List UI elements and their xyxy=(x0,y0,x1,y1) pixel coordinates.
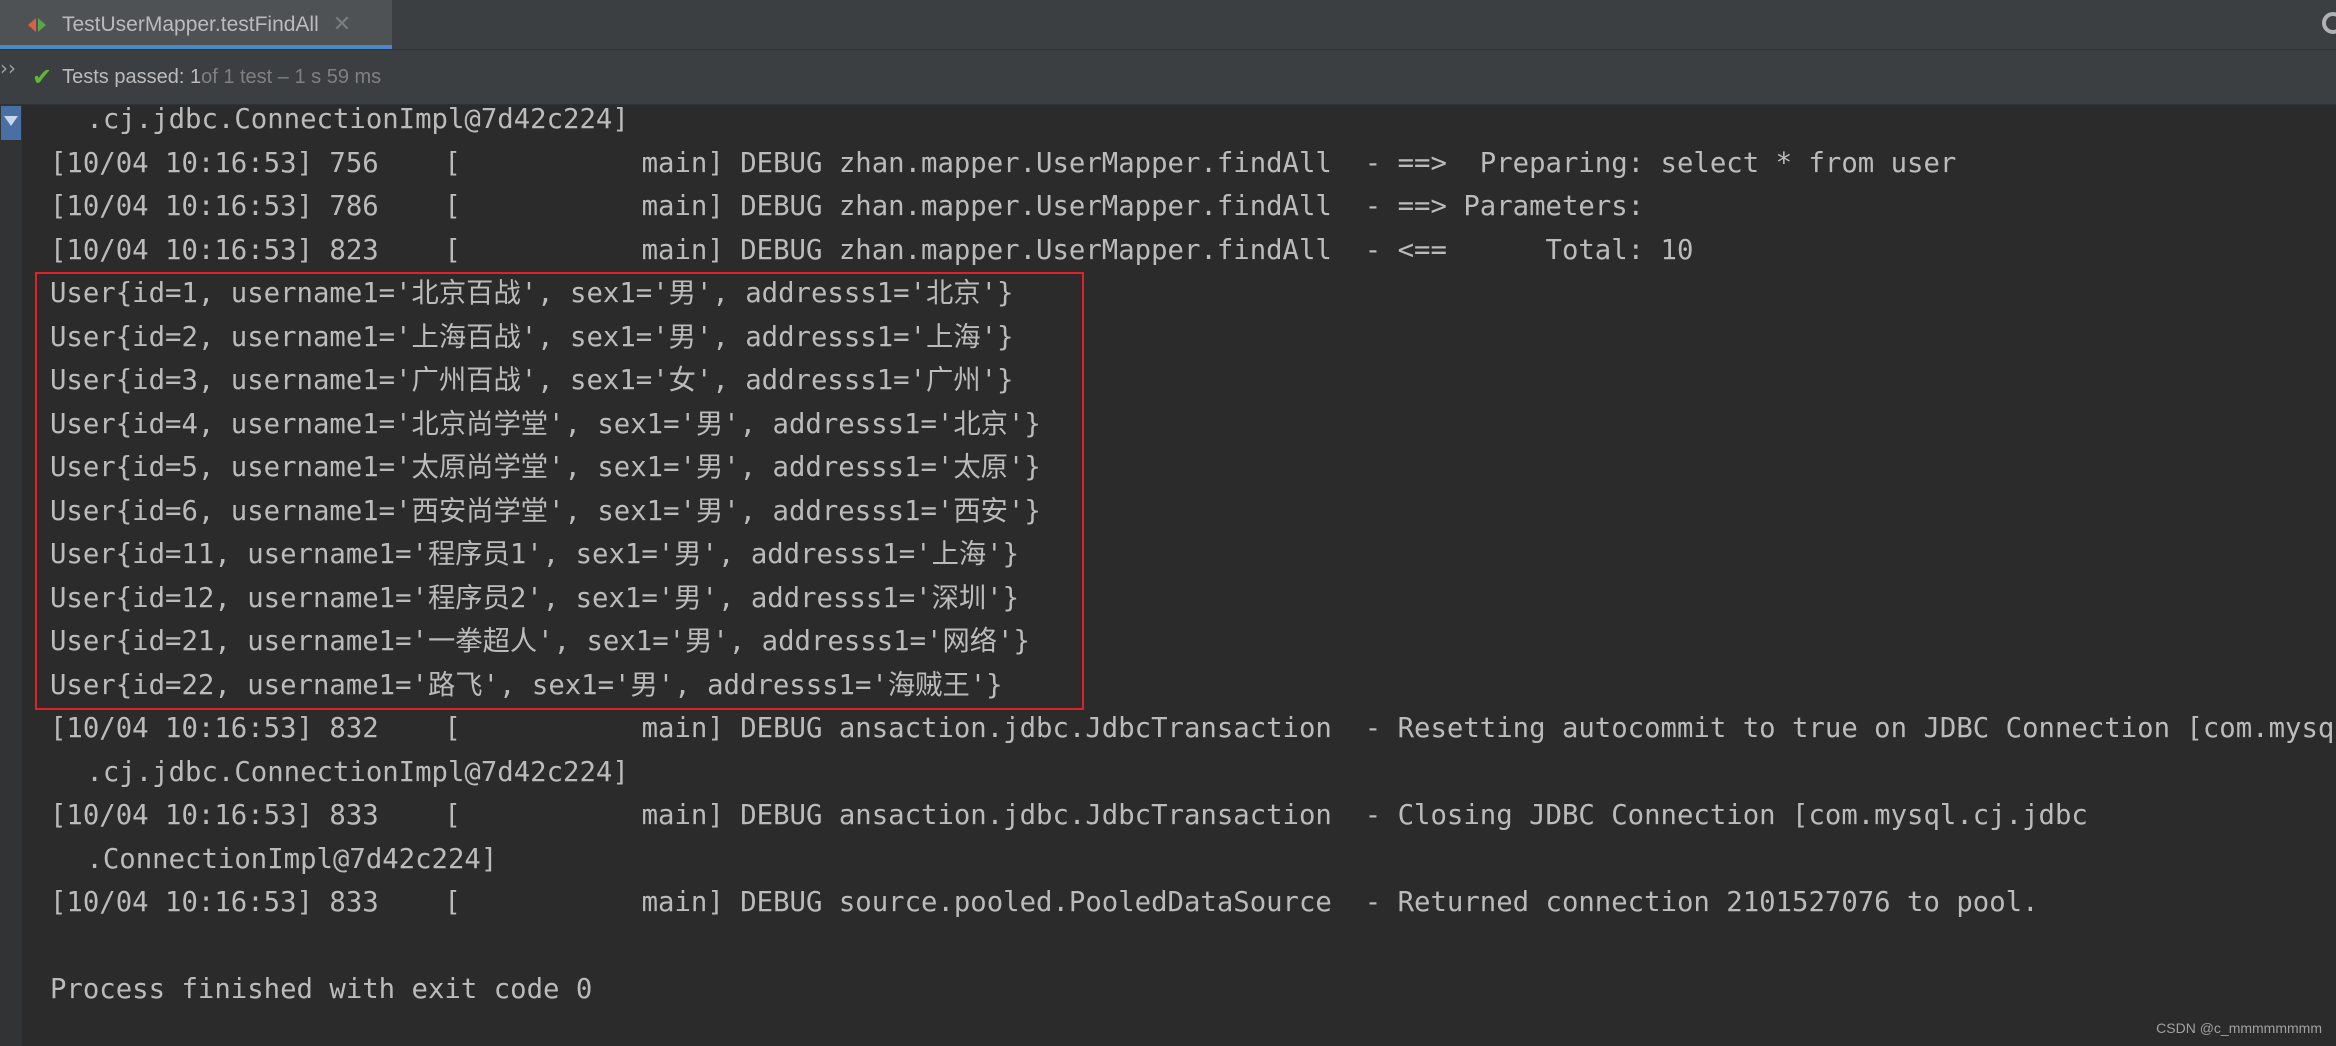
highlight-annotation-box xyxy=(35,272,1084,710)
console-line: .cj.jdbc.ConnectionImpl@7d42c224] xyxy=(70,104,629,135)
watermark: CSDN @c_mmmmmmmm xyxy=(2156,1020,2322,1036)
close-icon[interactable]: ✕ xyxy=(333,13,351,36)
run-config-icon xyxy=(26,14,50,36)
arrow-down-icon xyxy=(4,116,18,126)
gear-icon[interactable] xyxy=(2322,12,2336,34)
console-line: [10/04 10:16:53] 756 [ main] DEBUG zhan.… xyxy=(50,148,1957,179)
console-line: [10/04 10:16:53] 786 [ main] DEBUG zhan.… xyxy=(50,191,1661,222)
active-tab-indicator xyxy=(0,45,392,49)
check-icon: ✔ xyxy=(32,63,53,91)
expand-chevron-icon[interactable]: ›› xyxy=(0,58,16,78)
tab-test-run[interactable]: TestUserMapper.testFindAll ✕ xyxy=(0,0,392,49)
tests-detail-label: of 1 test – 1 s 59 ms xyxy=(201,65,382,88)
console-line: [10/04 10:16:53] 823 [ main] DEBUG zhan.… xyxy=(50,235,1694,266)
console-line: [10/04 10:16:53] 833 [ main] DEBUG sourc… xyxy=(50,887,2039,918)
console-line: [10/04 10:16:53] 832 [ main] DEBUG ansac… xyxy=(50,713,2336,744)
console-gutter xyxy=(0,105,22,1046)
test-status: ✔ Tests passed: 1 of 1 test – 1 s 59 ms xyxy=(32,50,381,104)
tests-passed-label: Tests passed: 1 xyxy=(62,65,202,88)
editor-tab-bar: TestUserMapper.testFindAll ✕ xyxy=(0,0,2336,50)
process-exit-line: Process finished with exit code 0 xyxy=(50,974,593,1005)
console-line: .cj.jdbc.ConnectionImpl@7d42c224] xyxy=(70,757,629,788)
tab-label: TestUserMapper.testFindAll xyxy=(62,12,319,36)
console-line: [10/04 10:16:53] 833 [ main] DEBUG ansac… xyxy=(50,800,2088,831)
console-line: .ConnectionImpl@7d42c224] xyxy=(70,844,498,875)
